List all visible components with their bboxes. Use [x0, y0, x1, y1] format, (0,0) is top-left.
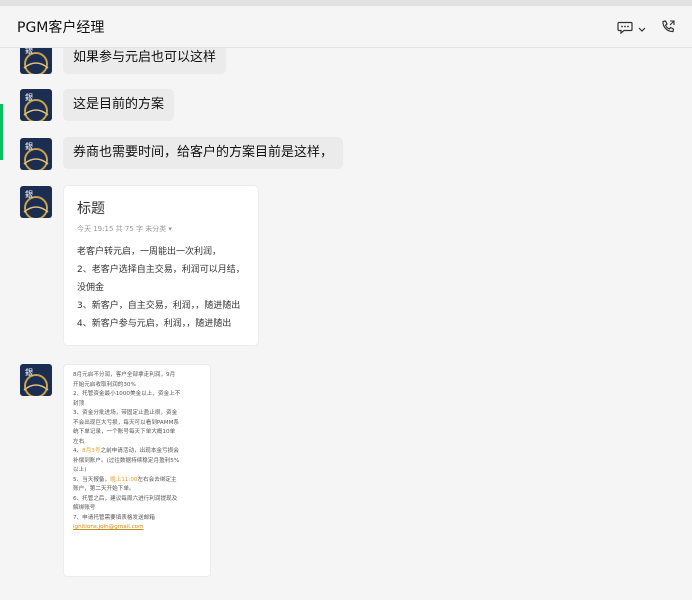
note-line: 2、老客户选择自主交易，利润可以月结，	[77, 265, 245, 275]
avatar[interactable]: 銀	[20, 364, 52, 396]
note-card[interactable]: 标题 今天 19:15 共 75 字 未分类 ▾ 老客户转元启，一周能出一次利润…	[63, 185, 259, 346]
avatar[interactable]: 銀	[20, 186, 52, 218]
image-text-line: 6、托管之后，建议每周六进行利润提现及	[73, 495, 178, 502]
image-text-line: 左右	[73, 438, 85, 445]
svg-text:銀: 銀	[25, 48, 33, 55]
image-text-line: 封顶	[73, 400, 85, 407]
image-message[interactable]: 8月元启不分润，客户全部拿走利润，9月 开始元启收取利润的30% 2、托管资金最…	[63, 364, 211, 577]
chat-title: PGM客户经理	[17, 20, 105, 36]
message-bubble[interactable]: 券商也需要时间，给客户的方案目前是这样，	[63, 137, 344, 169]
chat-header: PGM客户经理	[0, 6, 692, 48]
image-text-fragment: 之前申请活动，出现本金亏损会	[100, 448, 179, 454]
email-link: ignitions.join@gmail.com	[73, 524, 144, 530]
image-text-line: 7、申请托管需要填表格发送邮箱	[73, 514, 155, 521]
highlight-time: 晚上11:00	[110, 476, 138, 483]
highlight-date: 8月3号	[82, 448, 101, 454]
note-line: 老客户转元启，一周能出一次利润，	[77, 247, 222, 257]
avatar[interactable]: 銀	[20, 48, 52, 74]
image-text-line: 解绑账号	[73, 505, 96, 511]
note-meta: 今天 19:15 共 75 字 未分类 ▾	[77, 225, 172, 233]
image-text-line: 统下单记录，一个账号每天下单大概10单	[73, 429, 176, 435]
avatar[interactable]: 銀	[20, 138, 52, 170]
image-text-line: 4、8月3号之前申请活动，出现本金亏损会	[73, 447, 201, 457]
note-line: 3、新客户，自主交易，利润，，随进随出	[77, 301, 241, 311]
note-title: 标题	[77, 201, 105, 217]
image-text-fragment: 5、当天报备，	[73, 476, 111, 483]
image-text-line: 2、托管资金最小1000美金以上，资金上不	[73, 391, 181, 397]
image-text-line: 以上)	[73, 467, 87, 473]
chevron-down-icon[interactable]	[638, 21, 646, 39]
image-text-line: 开始元启收取利润的30%	[73, 381, 136, 388]
svg-text:銀: 銀	[25, 367, 33, 377]
image-text-fragment: 左右会去绑定主	[137, 476, 177, 483]
image-text-line: 3、资金分批进场，带固定止盈止损，资金	[73, 410, 178, 416]
svg-text:銀: 銀	[25, 92, 33, 102]
image-text-line: 5、当天报备，晚上11:00左右会去绑定主	[73, 476, 201, 486]
image-text-line: 账户，第二天开始下单。	[73, 486, 135, 492]
image-text-line: 不会出现巨大亏损，每天可以看到PAMM系	[73, 419, 179, 426]
svg-text:銀: 銀	[25, 141, 33, 151]
svg-text:銀: 銀	[25, 189, 33, 199]
message-bubble[interactable]: 这是目前的方案	[63, 89, 175, 121]
image-text-line: 补偿到账户。(过往数据持续稳定月盈利5%	[73, 457, 180, 464]
note-line: 没佣金	[77, 283, 105, 293]
message-list[interactable]: 銀 如果参与元启也可以这样 銀 这是目前的方案 銀 券商也需要时间，给客户的方案…	[0, 48, 692, 600]
avatar[interactable]: 銀	[20, 89, 52, 121]
message-bubble[interactable]: 如果参与元启也可以这样	[63, 48, 227, 74]
chat-bubble-icon[interactable]	[617, 18, 633, 36]
phone-call-icon[interactable]	[660, 18, 676, 36]
image-text-line: 8月元启不分润，客户全部拿走利润，9月	[73, 372, 176, 378]
image-text-prefix: 4、	[73, 448, 83, 454]
note-body: 老客户转元启，一周能出一次利润， 2、老客户选择自主交易，利润可以月结， 没佣金…	[77, 243, 245, 333]
note-line: 4、新客户参与元启，利润，，随进随出	[77, 319, 232, 329]
